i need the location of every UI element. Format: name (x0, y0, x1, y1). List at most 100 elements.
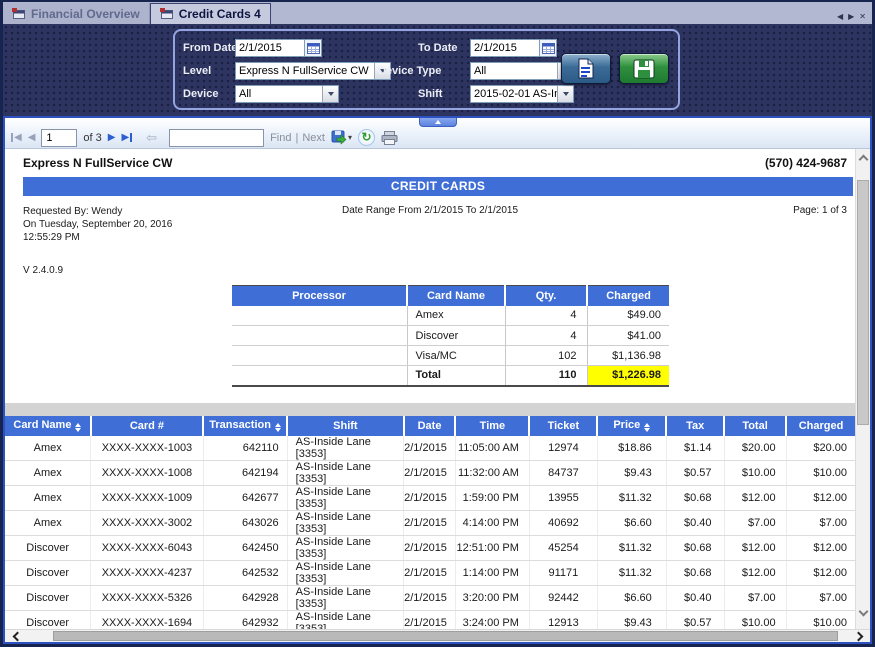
device-select[interactable]: All (235, 85, 339, 103)
cell-qty: 4 (505, 326, 587, 346)
sort-icon[interactable] (75, 423, 81, 432)
cell-time: 1:14:00 PM (455, 560, 529, 585)
cell-total: $20.00 (724, 436, 786, 461)
cell-transaction: 642110 (203, 436, 287, 461)
vertical-scrollbar[interactable] (855, 149, 870, 629)
device-type-field: All (470, 62, 574, 80)
next-result-button[interactable]: Next (302, 132, 325, 144)
find-button[interactable]: Find (270, 132, 291, 144)
page-number-input[interactable] (41, 129, 77, 147)
filter-panel: From Date To Date Level Express N FullSe… (3, 24, 872, 116)
tab-credit-cards[interactable]: Credit Cards 4 (150, 3, 271, 24)
dropdown-arrow-icon (322, 86, 338, 102)
back-to-parent-button[interactable]: ⇦ (146, 130, 157, 146)
first-page-button[interactable]: ◀ (11, 132, 22, 143)
cell-time: 4:14:00 PM (455, 510, 529, 535)
cell-time: 3:24:00 PM (455, 610, 529, 629)
cell-card-name: Visa/MC (407, 346, 505, 366)
col-price[interactable]: Price (597, 416, 666, 436)
cell-shift: AS-Inside Lane [3353] (287, 436, 403, 461)
level-select[interactable]: Express N FullService CW (235, 62, 391, 80)
to-date-input[interactable] (470, 39, 540, 57)
horizontal-scrollbar[interactable] (5, 629, 870, 642)
col-ticket[interactable]: Ticket (529, 416, 597, 436)
cell-transaction: 642532 (203, 560, 287, 585)
tab-label: Financial Overview (31, 7, 140, 21)
tab-close-icon[interactable]: ✕ (859, 12, 866, 21)
print-button[interactable] (381, 131, 398, 145)
cell-processor (232, 326, 407, 346)
table-row: Amex XXXX-XXXX-1008 642194 AS-Inside Lan… (5, 460, 855, 485)
cell-date: 2/1/2015 (404, 460, 456, 485)
prev-page-button[interactable]: ◀ (28, 132, 36, 143)
col-charged[interactable]: Charged (786, 416, 855, 436)
table-row: Amex XXXX-XXXX-3002 643026 AS-Inside Lan… (5, 510, 855, 535)
col-total[interactable]: Total (724, 416, 786, 436)
from-date-input[interactable] (235, 39, 305, 57)
scroll-right-icon[interactable] (848, 630, 868, 642)
report-window-icon (12, 8, 26, 20)
cell-price: $11.32 (597, 535, 666, 560)
cell-time: 3:20:00 PM (455, 585, 529, 610)
cell-tax: $1.14 (666, 436, 724, 461)
refresh-button[interactable]: ↻ (358, 129, 375, 146)
cell-processor (232, 366, 407, 386)
col-tax[interactable]: Tax (666, 416, 724, 436)
cell-date: 2/1/2015 (404, 585, 456, 610)
from-date-label: From Date (183, 42, 237, 54)
cell-transaction: 642194 (203, 460, 287, 485)
last-page-button[interactable]: ▶ (121, 132, 132, 143)
cell-time: 11:05:00 AM (455, 436, 529, 461)
export-button[interactable]: ▾ (331, 130, 352, 145)
cell-card-number: XXXX-XXXX-1008 (91, 460, 203, 485)
cell-card-name: Discover (5, 560, 91, 585)
tab-financial-overview[interactable]: Financial Overview (3, 3, 150, 24)
save-settings-button[interactable] (619, 53, 669, 84)
date-range: Date Range From 2/1/2015 To 2/1/2015 (5, 205, 855, 216)
calendar-icon[interactable] (305, 39, 322, 57)
report-info-block: Requested By: Wendy On Tuesday, Septembe… (5, 205, 855, 251)
cell-card-number: XXXX-XXXX-3002 (91, 510, 203, 535)
calendar-icon[interactable] (540, 39, 557, 57)
sort-icon[interactable] (275, 423, 281, 432)
scroll-up-icon[interactable] (856, 151, 871, 167)
cell-card-number: XXXX-XXXX-5326 (91, 585, 203, 610)
cell-transaction: 642450 (203, 535, 287, 560)
scroll-down-icon[interactable] (856, 603, 871, 619)
run-report-button[interactable] (561, 53, 611, 84)
next-page-button[interactable]: ▶ (108, 132, 116, 143)
site-phone: (570) 424-9687 (765, 156, 847, 170)
col-shift[interactable]: Shift (287, 416, 403, 436)
shift-select[interactable]: 2015-02-01 AS-In (470, 85, 574, 103)
cell-tax: $0.40 (666, 585, 724, 610)
device-field: All (235, 85, 339, 103)
device-type-select[interactable]: All (470, 62, 574, 80)
report-page: Express N FullService CW (570) 424-9687 … (5, 149, 855, 629)
cell-time: 12:51:00 PM (455, 535, 529, 560)
cell-price: $6.60 (597, 510, 666, 535)
vertical-scrollbar-thumb[interactable] (857, 180, 869, 425)
collapse-filter-handle[interactable] (419, 118, 457, 127)
summary-col-charged: Charged (587, 286, 669, 306)
scroll-left-icon[interactable] (7, 630, 27, 642)
search-input[interactable] (169, 129, 264, 147)
sort-icon[interactable] (644, 423, 650, 432)
summary-row: Amex 4 $49.00 (232, 306, 669, 326)
cell-charged: $10.00 (786, 460, 855, 485)
summary-header-row: Processor Card Name Qty. Charged (232, 286, 669, 306)
col-transaction[interactable]: Transaction (203, 416, 287, 436)
col-card-number[interactable]: Card # (91, 416, 203, 436)
to-date-label: To Date (418, 42, 458, 54)
cell-tax: $0.68 (666, 535, 724, 560)
col-card-name[interactable]: Card Name (5, 416, 91, 436)
table-row: Amex XXXX-XXXX-1009 642677 AS-Inside Lan… (5, 485, 855, 510)
tab-scroll-left-icon[interactable]: ◀ (837, 12, 843, 21)
horizontal-scrollbar-thumb[interactable] (53, 631, 838, 641)
cell-shift: AS-Inside Lane [3353] (287, 510, 403, 535)
col-time[interactable]: Time (455, 416, 529, 436)
cell-charged: $12.00 (786, 485, 855, 510)
cell-price: $6.60 (597, 585, 666, 610)
shift-field: 2015-02-01 AS-In (470, 85, 574, 103)
col-date[interactable]: Date (404, 416, 456, 436)
tab-scroll-right-icon[interactable]: ▶ (848, 12, 854, 21)
